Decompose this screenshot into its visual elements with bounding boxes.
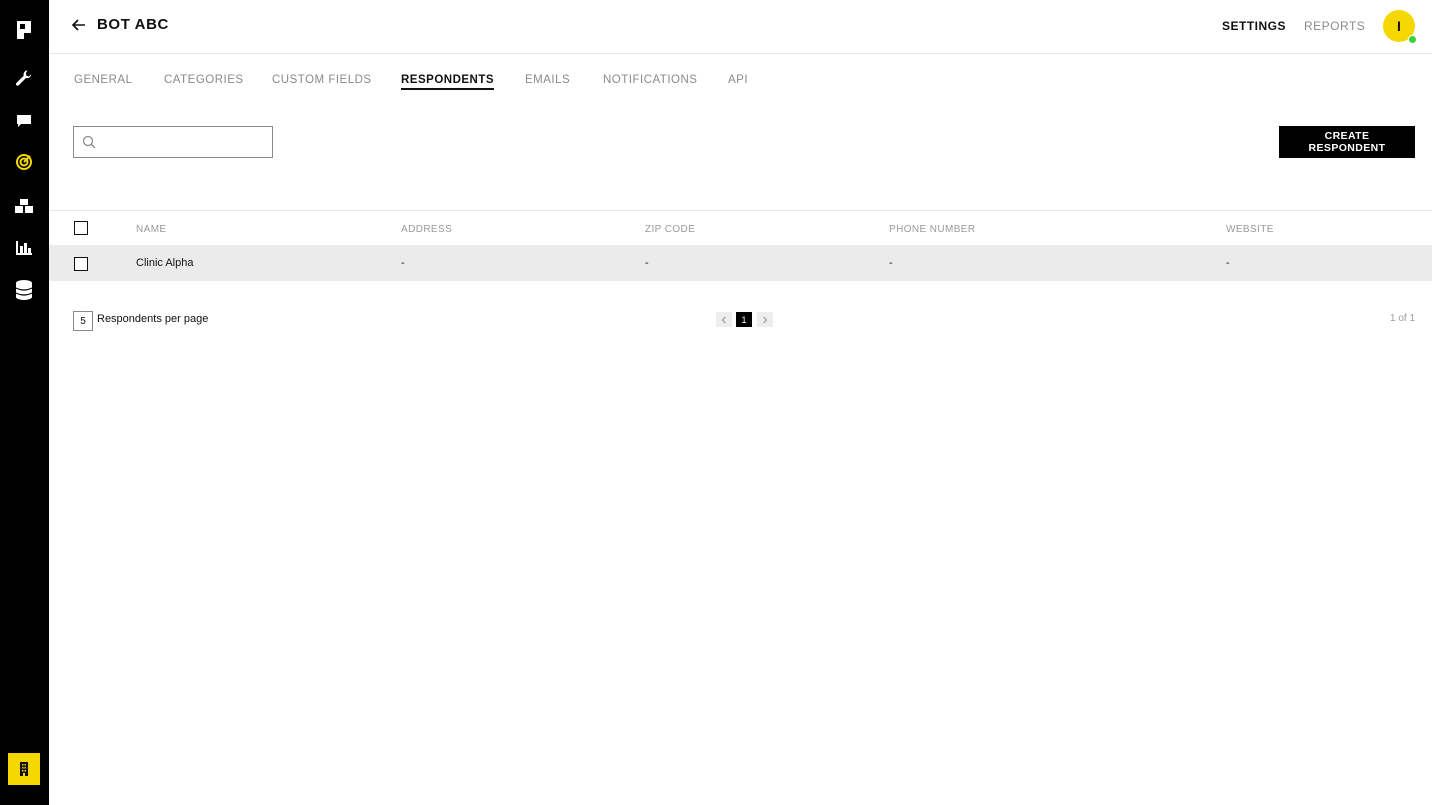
cell-address: - [401, 257, 405, 269]
chevron-left-icon [720, 311, 728, 329]
chat-icon[interactable] [12, 109, 36, 133]
search-input[interactable] [102, 127, 270, 159]
select-all-checkbox[interactable] [74, 221, 88, 235]
table-divider [49, 210, 1432, 211]
tab-emails[interactable]: EMAILS [525, 74, 570, 88]
tab-notifications[interactable]: NOTIFICATIONS [603, 74, 697, 88]
target-icon[interactable] [12, 150, 36, 174]
top-header: BOT ABC SETTINGS REPORTS I [49, 0, 1432, 54]
nav-settings[interactable]: SETTINGS [1222, 19, 1286, 33]
wrench-icon[interactable] [12, 66, 36, 90]
cell-website: - [1226, 257, 1230, 269]
per-page-label: Respondents per page [97, 313, 209, 325]
blocks-icon[interactable] [12, 194, 36, 218]
search-icon [82, 135, 96, 149]
row-checkbox[interactable] [74, 257, 88, 271]
page-title: BOT ABC [97, 16, 169, 33]
tab-respondents[interactable]: RESPONDENTS [401, 74, 495, 90]
cell-name[interactable]: Clinic Alpha [136, 257, 193, 269]
building-icon[interactable] [8, 753, 40, 785]
page-number-button[interactable]: 1 [736, 312, 752, 327]
search-box [73, 126, 273, 159]
tab-categories[interactable]: CATEGORIES [164, 74, 244, 88]
tab-custom-fields[interactable]: CUSTOM FIELDS [272, 74, 372, 88]
back-arrow-icon[interactable] [70, 16, 88, 34]
cell-phone-number: - [889, 257, 893, 269]
page-count: 1 of 1 [1390, 313, 1416, 324]
logo-icon[interactable] [12, 18, 36, 42]
tab-api[interactable]: API [728, 74, 748, 88]
nav-reports[interactable]: REPORTS [1304, 19, 1365, 33]
column-header-zip-code[interactable]: ZIP CODE [645, 224, 695, 235]
sidebar [0, 0, 49, 805]
create-respondent-button[interactable]: CREATE RESPONDENT [1279, 126, 1415, 158]
prev-page-button[interactable] [716, 312, 732, 327]
column-header-name[interactable]: NAME [136, 224, 167, 235]
table-row[interactable] [49, 245, 1432, 281]
column-header-phone-number[interactable]: PHONE NUMBER [889, 224, 975, 235]
per-page-select[interactable]: 5 [73, 311, 93, 331]
database-icon[interactable] [12, 278, 36, 302]
chevron-right-icon [761, 311, 769, 329]
cell-zip-code: - [645, 257, 649, 269]
next-page-button[interactable] [757, 312, 773, 327]
column-header-address[interactable]: ADDRESS [401, 224, 452, 235]
tab-general[interactable]: GENERAL [74, 74, 132, 88]
online-status-dot [1408, 35, 1417, 44]
column-header-website[interactable]: WEBSITE [1226, 224, 1274, 235]
bar-chart-icon[interactable] [12, 236, 36, 260]
